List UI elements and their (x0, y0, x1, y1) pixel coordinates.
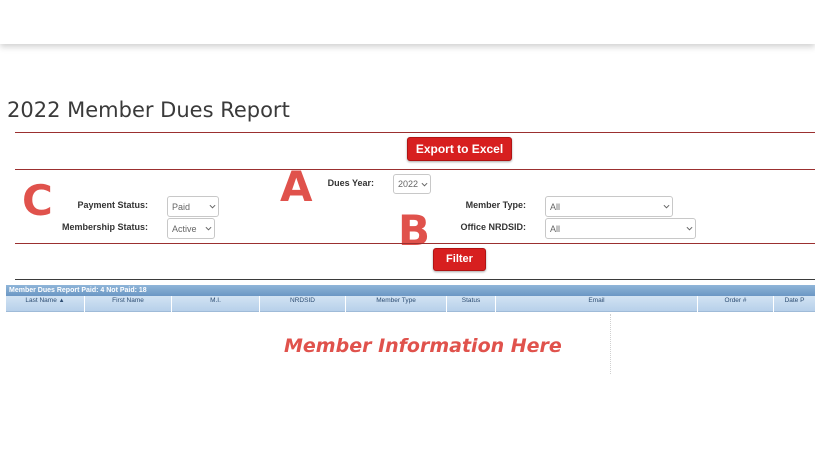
office-nrdsid-select[interactable]: All (545, 218, 696, 239)
column-header-label: Last Name (25, 297, 57, 304)
divider (15, 243, 815, 244)
column-header-member-type[interactable]: Member Type (346, 296, 447, 312)
office-nrdsid-label: Office NRDSID: (460, 222, 526, 232)
annotation-letter-b: B (398, 206, 431, 255)
divider (15, 132, 815, 133)
filter-button[interactable]: Filter (433, 248, 486, 271)
dues-year-select[interactable]: 2022 (393, 174, 431, 194)
export-to-excel-button[interactable]: Export to Excel (407, 137, 512, 161)
chevron-down-icon (206, 204, 218, 209)
column-header-date-paid[interactable]: Date P (774, 296, 815, 312)
membership-status-select[interactable]: Active (167, 218, 215, 239)
payment-status-label: Payment Status: (77, 200, 148, 210)
annotation-letter-a: A (280, 162, 313, 211)
chevron-down-icon (202, 226, 214, 231)
member-type-select[interactable]: All (545, 196, 673, 217)
dues-year-value: 2022 (398, 179, 418, 189)
divider (15, 279, 815, 280)
column-header-order-number[interactable]: Order # (698, 296, 774, 312)
page-title: 2022 Member Dues Report (7, 98, 290, 122)
annotation-letter-c: C (22, 176, 53, 225)
chevron-down-icon (418, 182, 430, 187)
member-type-value: All (550, 201, 561, 212)
column-header-last-name[interactable]: Last Name ▲ (6, 296, 85, 312)
member-type-label: Member Type: (465, 200, 526, 210)
column-header-nrdsid[interactable]: NRDSID (260, 296, 346, 312)
payment-status-select[interactable]: Paid (167, 196, 219, 217)
membership-status-value: Active (172, 223, 197, 234)
membership-status-label: Membership Status: (61, 222, 148, 232)
chevron-down-icon (660, 204, 672, 209)
column-header-email[interactable]: Email (496, 296, 698, 312)
office-nrdsid-value: All (550, 223, 561, 234)
sort-ascending-icon: ▲ (58, 298, 65, 304)
column-divider (610, 314, 611, 374)
chevron-down-icon (683, 226, 695, 231)
divider (15, 169, 815, 170)
dues-year-label: Dues Year: (327, 178, 374, 188)
grid-column-header-row: Last Name ▲ First Name M.I. NRDSID Membe… (6, 296, 815, 312)
top-bar (0, 0, 815, 44)
column-header-first-name[interactable]: First Name (85, 296, 172, 312)
column-header-mi[interactable]: M.I. (172, 296, 260, 312)
member-information-placeholder: Member Information Here (284, 335, 562, 357)
grid-caption: Member Dues Report Paid: 4 Not Paid: 18 (6, 285, 815, 296)
payment-status-value: Paid (172, 201, 191, 212)
column-header-status[interactable]: Status (447, 296, 496, 312)
